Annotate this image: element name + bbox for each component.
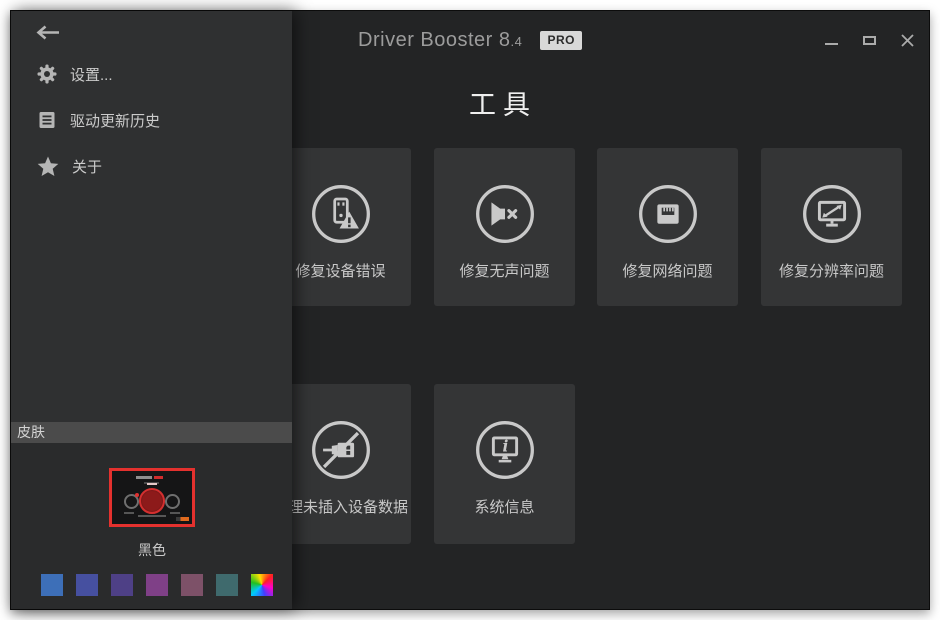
network-icon: [637, 183, 699, 250]
thumb-pro-badge: [154, 476, 163, 479]
tool-label: 修复分辨率问题: [761, 260, 902, 281]
color-swatch-indigo[interactable]: [76, 574, 98, 596]
sidebar-item-label: 驱动更新历史: [70, 110, 160, 131]
minimize-button[interactable]: [823, 33, 839, 47]
app-version-minor: .4: [511, 34, 523, 49]
close-icon: [901, 34, 914, 47]
page-title: 工具: [469, 83, 537, 122]
sidebar-item-driver-update-history[interactable]: 驱动更新历史: [37, 109, 160, 131]
skin-name-label: 黑色: [109, 540, 195, 560]
tool-tile-system-info[interactable]: i 系统信息: [434, 384, 575, 544]
maximize-icon: [863, 36, 876, 45]
sidebar-item-label: 关于: [72, 156, 102, 177]
thumb-notification-dot: [135, 493, 139, 497]
color-swatch-magenta[interactable]: [146, 574, 168, 596]
color-swatch-purple[interactable]: [111, 574, 133, 596]
gear-icon: [37, 64, 57, 84]
sidebar-item-about[interactable]: 关于: [37, 155, 102, 177]
minimize-icon: [825, 43, 838, 45]
driver-booster-window: Driver Booster 8.4 PRO 工具: [10, 10, 930, 610]
tool-label: 修复网络问题: [597, 260, 738, 281]
star-icon: [37, 156, 59, 177]
sidebar-item-settings[interactable]: 设置...: [37, 63, 113, 85]
color-swatch-mauve[interactable]: [181, 574, 203, 596]
history-list-icon: [37, 110, 57, 130]
tool-tile-fix-network[interactable]: 修复网络问题: [597, 148, 738, 306]
tool-tile-fix-resolution[interactable]: 修复分辨率问题: [761, 148, 902, 306]
no-sound-icon: [474, 183, 536, 250]
thumb-right-label: [170, 512, 180, 514]
device-error-icon: [310, 183, 372, 250]
skin-color-swatches: [41, 574, 273, 596]
color-swatch-blue[interactable]: [41, 574, 63, 596]
unplugged-device-icon: [310, 419, 372, 486]
close-button[interactable]: [899, 33, 915, 47]
sidebar-drawer: 设置... 驱动更新历史 关于 皮肤: [11, 11, 292, 609]
color-swatch-teal[interactable]: [216, 574, 238, 596]
desktop: Driver Booster 8.4 PRO 工具: [0, 0, 940, 620]
maximize-button[interactable]: [861, 33, 877, 47]
svg-text:i: i: [502, 436, 508, 455]
app-version-major: 8: [499, 29, 511, 51]
tool-tile-fix-no-sound[interactable]: 修复无声问题: [434, 148, 575, 306]
skin-thumbnail-black[interactable]: [109, 468, 195, 527]
thumb-progress-bar: [176, 517, 189, 521]
tool-label: 修复无声问题: [434, 260, 575, 281]
system-info-icon: i: [474, 419, 536, 486]
tool-label: 系统信息: [434, 496, 575, 517]
skin-panel: 黑色: [11, 443, 292, 609]
back-arrow-icon: [35, 24, 61, 41]
skin-section-header: 皮肤: [11, 422, 292, 443]
back-button[interactable]: [35, 24, 61, 42]
window-controls: [823, 33, 915, 47]
thumb-right-circle: [165, 494, 180, 509]
thumb-bottom-text: [138, 515, 166, 517]
sidebar-item-label: 设置...: [70, 64, 113, 85]
pro-badge: PRO: [540, 31, 582, 50]
thumb-scan-circle: [139, 488, 165, 514]
resolution-icon: [801, 183, 863, 250]
thumb-left-label: [124, 512, 134, 514]
thumb-title-bar: [136, 476, 152, 479]
app-title-text: Driver Booster: [358, 29, 493, 51]
color-swatch-rainbow[interactable]: [251, 574, 273, 596]
thumb-scan-text: [147, 483, 157, 485]
